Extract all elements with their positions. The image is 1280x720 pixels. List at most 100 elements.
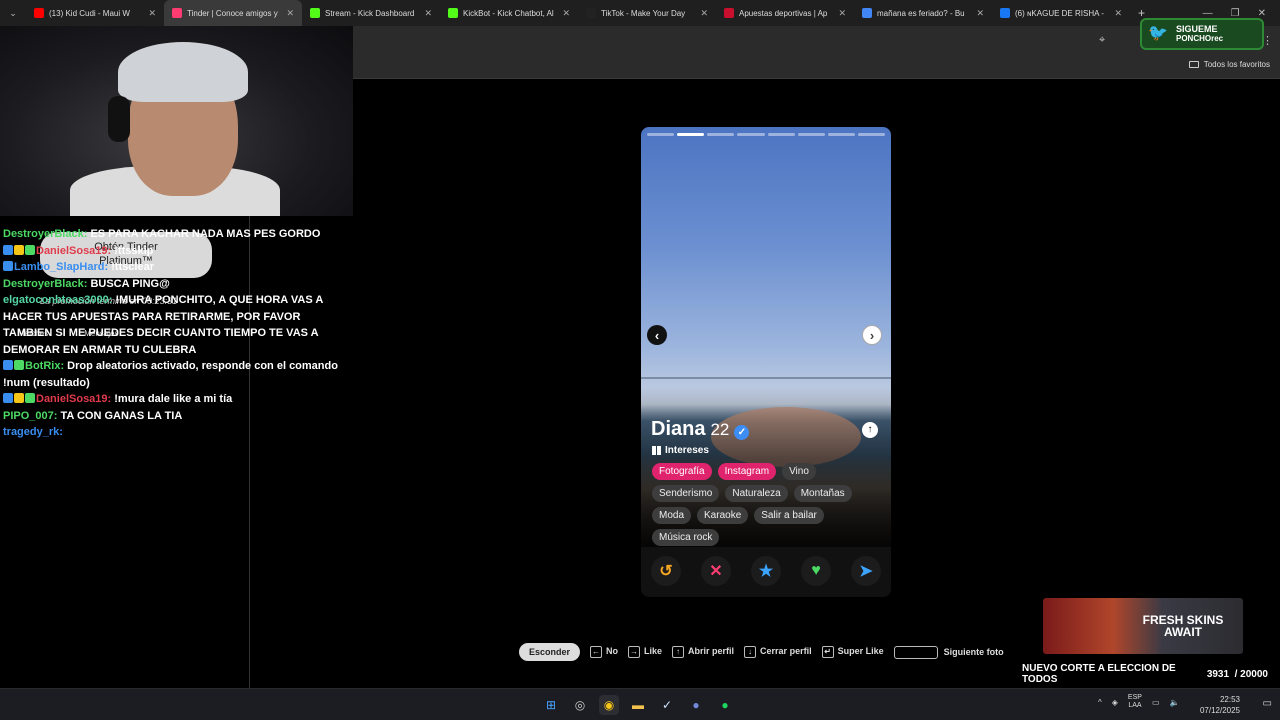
close-tab-icon[interactable]: ✕: [148, 8, 156, 19]
photo-dot[interactable]: [707, 133, 735, 136]
chat-username[interactable]: DestroyerBlack:: [3, 228, 87, 240]
tray-app-icon[interactable]: ◈: [1112, 698, 1118, 707]
file-explorer-icon[interactable]: ▬: [628, 695, 648, 715]
tray-expand-icon[interactable]: ^: [1098, 698, 1102, 707]
chat-badge-icon: [25, 244, 35, 255]
ad-text: FRESH SKINS AWAIT: [1142, 613, 1224, 639]
banner-line-2: PONCHOrec: [1176, 34, 1224, 43]
close-window-icon[interactable]: ✕: [1258, 8, 1266, 19]
action-buttons: ↺ ✕ ★ ♥ ➤: [641, 556, 891, 592]
chat-username[interactable]: PIPO_007:: [3, 410, 57, 422]
browser-tab[interactable]: TikTok - Make Your Day ✕: [578, 0, 716, 26]
hide-shortcuts-button[interactable]: Esconder: [519, 643, 581, 661]
interest-tag: Karaoke: [697, 507, 749, 524]
browser-tab[interactable]: Apuestas deportivas | Ap ✕: [716, 0, 854, 26]
tab-title: KickBot - Kick Chatbot, Al: [463, 8, 554, 18]
streamer-hair: [118, 42, 248, 102]
chat-message: DanielSosa19: !mura dale like a mi tía: [3, 391, 343, 408]
chat-username[interactable]: Lambo_SlapHard:: [14, 261, 108, 273]
tab-search-icon[interactable]: ⌄: [0, 8, 26, 19]
interest-tag: Música rock: [652, 529, 720, 546]
shortcut-next: Siguiente foto: [893, 645, 1004, 659]
chat-message: BotRix: Drop aleatorios activado, respon…: [3, 358, 343, 391]
chat-message: Lambo_SlapHard: !ttsclear: [3, 259, 343, 276]
close-tab-icon[interactable]: ✕: [976, 8, 984, 19]
shortcut-like: → Like: [628, 646, 663, 658]
rewind-button[interactable]: ↺: [651, 556, 681, 586]
photo-indicator: [647, 133, 885, 136]
photo-dot[interactable]: [857, 133, 885, 136]
spotify-icon[interactable]: ●: [715, 695, 735, 715]
keyboard-shortcuts: Esconder ← No → Like ↑ Abrir perfil ↓ Cerrar…: [519, 643, 1004, 661]
up-arrow-key-icon: ↑: [672, 646, 685, 658]
nope-button[interactable]: ✕: [701, 556, 731, 586]
tab-favicon-icon: [310, 8, 320, 18]
game-ad-banner[interactable]: FRESH SKINS AWAIT: [1043, 598, 1243, 654]
close-tab-icon[interactable]: ✕: [286, 8, 294, 19]
volume-icon[interactable]: 🔈: [1170, 698, 1180, 707]
photo-dot[interactable]: [797, 133, 825, 136]
next-photo-button[interactable]: ›: [862, 325, 882, 345]
steam-icon[interactable]: ✓: [657, 695, 677, 715]
chat-username[interactable]: DanielSosa19:: [36, 393, 111, 405]
bookmarks-bar: Todos los favoritos: [353, 55, 1280, 79]
photo-dot[interactable]: [827, 133, 855, 136]
chat-text: !ttsclear: [111, 261, 154, 273]
close-tab-icon[interactable]: ✕: [700, 8, 708, 19]
like-button[interactable]: ♥: [801, 556, 831, 586]
obs-icon[interactable]: ◎: [570, 695, 590, 715]
tab-title: mañana es feriado? - Bu: [877, 8, 965, 18]
browser-tab[interactable]: (13) Kid Cudi - Maui W ✕: [26, 0, 164, 26]
chat-message: DestroyerBlack: BUSCA PING@: [3, 276, 343, 293]
browser-tab[interactable]: Stream - Kick Dashboard ✕: [302, 0, 440, 26]
maximize-icon[interactable]: ❐: [1231, 8, 1240, 19]
space-key-icon: [893, 645, 938, 659]
chat-username[interactable]: DanielSosa19:: [36, 245, 111, 257]
chat-username[interactable]: BotRix:: [25, 360, 64, 372]
location-icon[interactable]: ⌖: [1099, 34, 1105, 47]
tab-favicon-icon: [1000, 8, 1010, 18]
photo-dot[interactable]: [647, 133, 675, 136]
all-bookmarks-button[interactable]: Todos los favoritos: [1188, 60, 1270, 69]
chrome-icon[interactable]: ◉: [599, 695, 619, 715]
stream-chat: DestroyerBlack: ES PARA KACHAR NADA MAS …: [3, 226, 343, 441]
super-like-button[interactable]: ★: [751, 556, 781, 586]
browser-tab[interactable]: Tinder | Conoce amigos y ✕: [164, 0, 302, 26]
minimize-icon[interactable]: —: [1203, 8, 1213, 19]
chat-text: BUSCA PING@: [90, 277, 170, 290]
browser-tab[interactable]: KickBot - Kick Chatbot, Al ✕: [440, 0, 578, 26]
windows-taskbar: ⊞ ◎ ◉ ▬ ✓ ● ● ^ ◈ ESP LAA ▭ 🔈 22:53 07/12…: [0, 688, 1280, 720]
profile-card[interactable]: ‹ › Diana 22 ✓ ↑ Intereses Fotografía Ins…: [641, 127, 891, 597]
language-indicator[interactable]: ESP LAA: [1128, 694, 1142, 710]
previous-photo-button[interactable]: ‹: [647, 325, 667, 345]
shortcut-close: ↓ Cerrar perfil: [744, 646, 812, 658]
browser-tab[interactable]: (6) ɴKAGUE DE RISHA - ✕: [992, 0, 1130, 26]
open-profile-icon[interactable]: ↑: [862, 422, 878, 438]
notifications-icon[interactable]: ▭: [1263, 698, 1272, 709]
photo-dot[interactable]: [737, 133, 765, 136]
chat-username[interactable]: DestroyerBlack:: [3, 278, 87, 290]
enter-key-icon: ↵: [821, 646, 834, 658]
horizon: [641, 377, 891, 379]
boost-button[interactable]: ➤: [851, 556, 881, 586]
discord-icon[interactable]: ●: [686, 695, 706, 715]
close-tab-icon[interactable]: ✕: [562, 8, 570, 19]
close-tab-icon[interactable]: ✕: [424, 8, 432, 19]
tab-title: (6) ɴKAGUE DE RISHA -: [1015, 8, 1104, 18]
photo-dot[interactable]: [677, 133, 705, 136]
clock[interactable]: 22:53 07/12/2025: [1200, 694, 1240, 716]
windows-start-icon[interactable]: ⊞: [541, 695, 561, 715]
chat-username[interactable]: tragedy_rk:: [3, 426, 63, 438]
chat-badge-icon: [3, 244, 13, 255]
close-tab-icon[interactable]: ✕: [838, 8, 846, 19]
close-tab-icon[interactable]: ✕: [1114, 8, 1122, 19]
network-icon[interactable]: ▭: [1152, 698, 1160, 707]
chat-message: elgatoconbtoas3000: !MURA PONCHITO, A QU…: [3, 292, 343, 358]
taskbar-apps: ⊞ ◎ ◉ ▬ ✓ ● ●: [541, 695, 735, 715]
photo-dot[interactable]: [767, 133, 795, 136]
browser-tab[interactable]: mañana es feriado? - Bu ✕: [854, 0, 992, 26]
chat-username[interactable]: elgatoconbtoas3000:: [3, 294, 112, 306]
interest-tag: Montañas: [793, 485, 852, 502]
goal-count: 3931 / 20000: [1206, 669, 1268, 680]
interests-icon: [652, 446, 661, 455]
